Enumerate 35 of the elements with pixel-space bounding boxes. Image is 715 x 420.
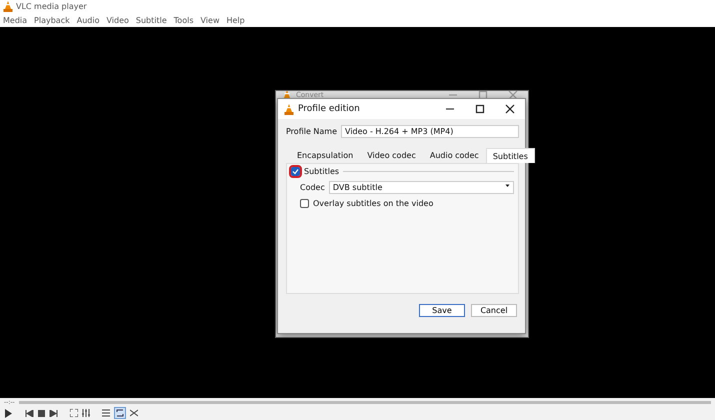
menu-item[interactable]: Audio bbox=[76, 16, 100, 24]
dialog-button[interactable]: Cancel bbox=[471, 304, 517, 317]
dialog-button[interactable]: Save bbox=[419, 304, 465, 317]
menu-item[interactable]: Video bbox=[106, 16, 129, 24]
close-icon[interactable] bbox=[505, 104, 515, 114]
fullscreen-icon[interactable] bbox=[70, 409, 78, 417]
menu-item[interactable]: Tools bbox=[174, 16, 194, 24]
equalizer-icon[interactable] bbox=[82, 409, 90, 417]
menu-item[interactable]: View bbox=[200, 16, 220, 24]
menu-item[interactable]: Media bbox=[3, 16, 28, 24]
loop-icon[interactable] bbox=[114, 407, 126, 419]
profile-name-label: Profile Name bbox=[286, 127, 338, 136]
profile-name-field[interactable]: Video - H.264 + MP3 (MP4) bbox=[341, 125, 519, 138]
window-title: VLC media player bbox=[16, 2, 87, 11]
tab[interactable]: Encapsulation bbox=[290, 148, 360, 163]
vlc-cone-icon bbox=[284, 104, 294, 114]
checkbox-label: Overlay subtitles on the video bbox=[313, 199, 434, 208]
previous-icon[interactable] bbox=[25, 410, 34, 416]
codec-dropdown[interactable]: DVB subtitle bbox=[328, 181, 514, 194]
tab[interactable]: Audio codec bbox=[422, 148, 486, 163]
tab[interactable]: Subtitles bbox=[486, 148, 535, 163]
playlist-icon[interactable] bbox=[102, 409, 110, 417]
dropdown-caret-icon bbox=[505, 183, 510, 188]
play-icon[interactable] bbox=[4, 408, 13, 418]
menu-item[interactable]: Subtitle bbox=[136, 16, 167, 24]
next-icon[interactable] bbox=[49, 410, 58, 416]
checkbox[interactable] bbox=[291, 167, 300, 176]
group-label: Subtitles bbox=[304, 167, 340, 176]
stop-icon[interactable] bbox=[38, 410, 45, 416]
menu-item[interactable]: Playback bbox=[34, 16, 70, 24]
codec-label: Codec bbox=[300, 183, 325, 192]
checkbox[interactable] bbox=[300, 199, 309, 208]
dialog-title: Profile edition bbox=[298, 104, 361, 114]
tab[interactable]: Video codec bbox=[360, 148, 423, 163]
menu-item[interactable]: Help bbox=[226, 16, 245, 24]
